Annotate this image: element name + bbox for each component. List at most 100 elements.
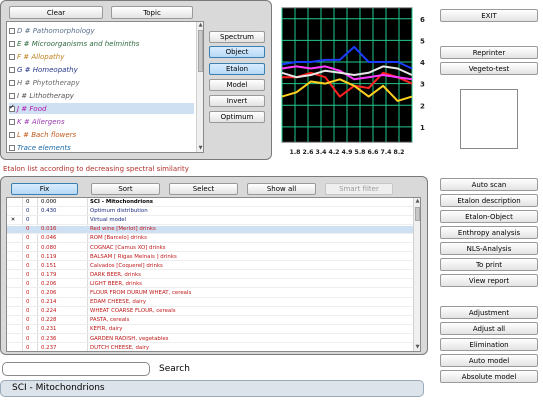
view-report-button[interactable]: View report [440,274,538,287]
table-row[interactable]: 0 0.236 GARDEN RADISH, vegetables [7,336,414,344]
table-row[interactable]: 0 0.231 KEFIR, dairy [7,326,414,334]
topic-item[interactable]: D # Pathomorphology [9,25,194,36]
row-value: 0.080 [41,244,57,251]
topic-item[interactable]: H # Phytotherapy [9,77,194,88]
scroll-thumb[interactable] [198,30,203,72]
topic-item[interactable]: F # Allopathy [9,51,194,62]
topic-item[interactable]: E # Microorganisms and helminths [9,38,194,49]
table-row[interactable]: 0 0.224 WHEAT COARSE FLOUR, cereals [7,308,414,316]
x-tick-label: 3.4 [316,149,328,156]
etalon-button[interactable]: Etalon [209,63,265,75]
adjustment-button[interactable]: Adjustment [440,306,538,319]
clear-button[interactable]: Clear [9,6,103,19]
reprinter-button[interactable]: Reprinter [440,46,538,59]
scroll-thumb[interactable] [415,207,420,221]
row-index: 0 [26,326,30,333]
topic-checkbox[interactable] [9,144,15,151]
scroll-down-icon[interactable]: ▼ [414,344,420,351]
vegeto-test-button[interactable]: Vegeto-test [440,62,538,75]
scroll-down-icon[interactable]: ▼ [197,145,203,152]
row-value: 0.016 [41,226,57,233]
status-bar: SCI - Mitochondrions [0,380,424,397]
etalon-table[interactable]: 0 0.000 SCI - Mitochondrions 0 0.430 Optimum … [6,197,421,352]
scroll-up-icon[interactable]: ▲ [197,22,203,29]
row-index: 0 [26,253,30,260]
table-row[interactable]: 0 0.080 COGNAC [Camus XO] drinks [7,245,414,253]
row-name: FLOUR FROM DURUM WHEAT, cereals [90,290,192,296]
adjust-all-button[interactable]: Adjust all [440,322,538,335]
row-value: 0.206 [41,290,57,296]
row-index: 0 [26,280,30,287]
table-row[interactable]: 0 0.430 Optimum distribution [7,208,414,216]
etalon-object-button[interactable]: Etalon-Object [440,210,538,223]
table-row[interactable]: 0 0.016 Red wine [Merlot] drinks [7,226,414,234]
table-row[interactable]: ✕ 0 Virtual model [7,217,414,225]
row-value: 0.179 [41,271,57,278]
spectrum-button[interactable]: Spectrum [209,31,265,43]
row-index: 0 [26,317,30,324]
model-button[interactable]: Model [209,79,265,91]
topic-label: H # Phytotherapy [17,78,80,87]
absolute-model-button[interactable]: Absolute model [440,370,538,383]
auto-scan-button[interactable]: Auto scan [440,178,538,191]
smart-filter-button[interactable]: Smart filter [325,183,393,195]
topic-checkbox[interactable] [9,131,15,138]
table-row[interactable]: 0 0.237 DUTCH CHEESE, dairy [7,345,414,351]
exit-button[interactable]: EXIT [440,9,538,22]
fix-button[interactable]: Fix [11,183,78,195]
object-button[interactable]: Object [209,46,265,58]
sort-button[interactable]: Sort [91,183,160,195]
topic-label: L # Bach flowers [17,130,77,139]
auto-model-button[interactable]: Auto model [440,354,538,367]
invert-button[interactable]: Invert [209,95,265,107]
row-name: Virtual model [90,217,127,224]
topic-checkbox[interactable] [9,66,15,73]
enthropy-analysis-button[interactable]: Enthropy analysis [440,226,538,239]
table-row[interactable]: 0 0.179 DARK BEER, drinks [7,272,414,280]
topic-checkbox[interactable] [9,27,15,34]
to-print-button[interactable]: To print [440,258,538,271]
optimum-button[interactable]: Optimum [209,111,265,123]
topic-button[interactable]: Topic [111,6,193,19]
table-row[interactable]: 0 0.046 ROM [Barcelo] drinks [7,235,414,243]
topic-item[interactable]: J # Food [9,103,194,114]
row-index: 0 [26,271,30,278]
topic-item[interactable]: Trace elements [9,142,194,152]
topic-item[interactable]: L # Bach flowers [9,129,194,140]
topic-checkbox[interactable] [9,79,15,86]
elimination-button[interactable]: Elimination [440,338,538,351]
table-row[interactable]: 0 0.206 LIGHT BEER, drinks [7,281,414,289]
topic-label: G # Homeopathy [17,65,78,74]
etalon-description-button[interactable]: Etalon description [440,194,538,207]
topic-item[interactable]: G # Homeopathy [9,64,194,75]
table-row[interactable]: 0 0.151 Calvados [Coquerel] drinks [7,263,414,271]
topic-checkbox[interactable] [9,92,15,99]
table-row[interactable]: 0 0.119 BALSAM [ Rigas Melnais ] drinks [7,254,414,262]
row-index: 0 [26,226,30,233]
row-value: 0.236 [41,335,57,342]
table-row[interactable]: 0 0.000 SCI - Mitochondrions [7,199,414,207]
scroll-up-icon[interactable]: ▲ [414,198,420,205]
topic-checkbox[interactable] [9,118,15,125]
nls-analysis-button[interactable]: NLS-Analysis [440,242,538,255]
topic-checkbox[interactable] [9,40,15,47]
topic-checkbox[interactable] [9,53,15,60]
table-row[interactable]: 0 0.206 FLOUR FROM DURUM WHEAT, cereals [7,290,414,298]
select-button[interactable]: Select [169,183,238,195]
topic-list[interactable]: D # Pathomorphology E # Microorganisms an… [6,21,204,153]
x-tick-label: 4.9 [342,149,353,156]
table-scrollbar[interactable]: ▲ ▼ [413,198,420,351]
row-value: 0.151 [41,262,57,269]
row-index: 0 [26,244,30,251]
show-all-button[interactable]: Show all [247,183,316,195]
table-row[interactable]: 0 0.214 EDAM CHEESE, dairy [7,299,414,307]
search-input[interactable] [2,362,150,376]
topic-checkbox[interactable] [9,103,15,112]
topic-item[interactable]: K # Allergens [9,116,194,127]
topic-item[interactable]: I # Lithotherapy [9,90,194,101]
topic-panel: Clear Topic D # Pathomorphology E # Micro… [0,0,272,160]
row-name: ROM [Barcelo] drinks [90,235,147,242]
x-tick-label: 6.6 [368,149,379,156]
topic-list-scrollbar[interactable]: ▲ ▼ [196,22,203,152]
table-row[interactable]: 0 0.228 PASTA, cereals [7,317,414,325]
